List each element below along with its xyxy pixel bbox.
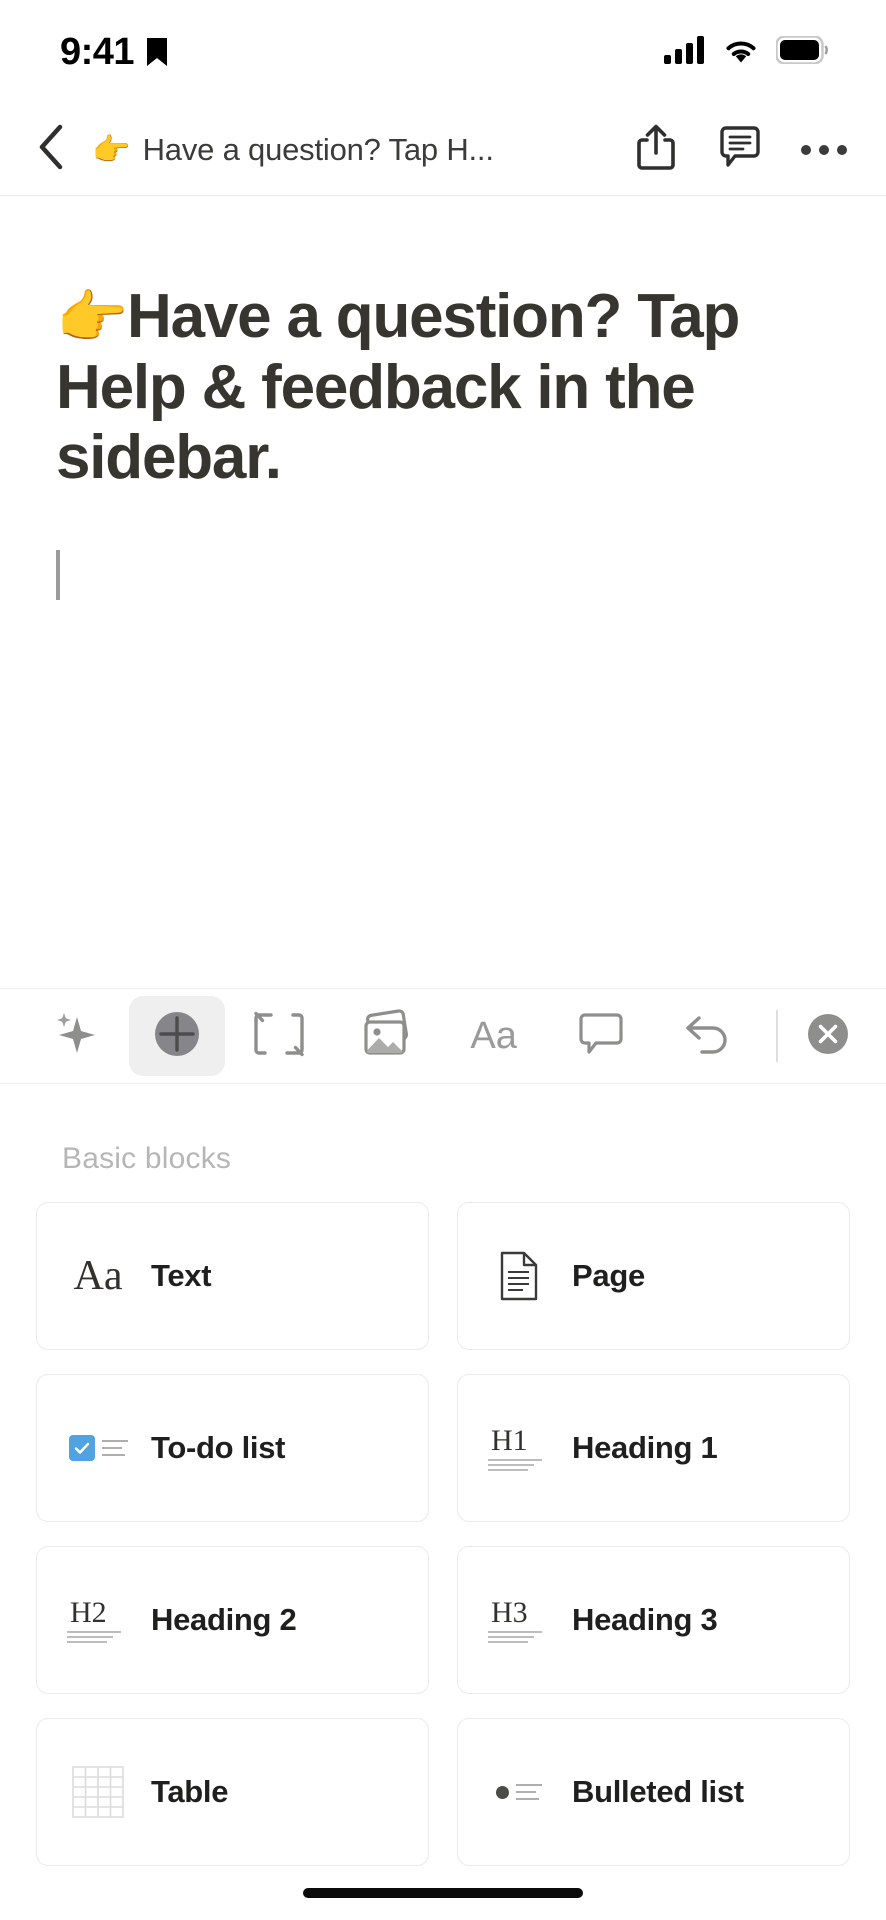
home-indicator[interactable]: [303, 1888, 583, 1898]
home-indicator-area: [0, 1866, 886, 1920]
block-label: Table: [151, 1774, 229, 1809]
add-block-icon: [148, 1005, 206, 1068]
nav-actions: [630, 124, 850, 176]
comment-icon: [717, 124, 763, 175]
status-bar-right: [664, 34, 828, 69]
move-block-button[interactable]: [225, 996, 332, 1076]
block-grid: Aa Text Page To-do list H1 Heading 1 H2 …: [36, 1202, 850, 1866]
editor-toolbar: Aa: [0, 988, 886, 1084]
ellipsis-icon: [801, 144, 847, 155]
page-title[interactable]: 👉Have a question? Tap Help & feedback in…: [56, 282, 756, 494]
block-picker: Basic blocks Aa Text Page To-do list H1 …: [0, 1084, 886, 1866]
close-toolbar-button[interactable]: [792, 996, 864, 1076]
heading-2-icon: H2: [67, 1589, 129, 1651]
image-icon: [357, 1008, 415, 1065]
move-transfer-icon: [253, 1007, 305, 1066]
block-label: Heading 2: [151, 1602, 297, 1637]
ai-sparkle-icon: [49, 1007, 103, 1066]
share-button[interactable]: [630, 124, 682, 176]
nav-title-text: Have a question? Tap H...: [142, 131, 494, 167]
add-comment-button[interactable]: [547, 996, 654, 1076]
add-block-button[interactable]: [129, 996, 226, 1076]
heading-level-label: H1: [491, 1423, 528, 1457]
page-document-icon: [488, 1245, 550, 1307]
block-item-page[interactable]: Page: [457, 1202, 850, 1350]
todo-checkbox-icon: [67, 1417, 129, 1479]
bulleted-list-icon: [488, 1761, 550, 1823]
block-item-bulleted-list[interactable]: Bulleted list: [457, 1718, 850, 1866]
chevron-left-icon: [37, 124, 67, 175]
back-button[interactable]: [24, 122, 80, 178]
cellular-bars-icon: [664, 35, 706, 69]
phone-screen: 9:41 👉 Have a question? Tap H... 👉Have a…: [0, 0, 886, 1920]
bookmark-icon: [146, 37, 168, 67]
nav-title[interactable]: 👉 Have a question? Tap H...: [92, 132, 612, 168]
undo-button[interactable]: [655, 996, 762, 1076]
undo-icon: [682, 1010, 734, 1063]
block-item-todo-list[interactable]: To-do list: [36, 1374, 429, 1522]
status-bar: 9:41: [0, 0, 886, 104]
block-item-table[interactable]: Table: [36, 1718, 429, 1866]
wifi-icon: [722, 36, 760, 69]
status-bar-left: 9:41: [60, 33, 168, 71]
block-item-text[interactable]: Aa Text: [36, 1202, 429, 1350]
comment-icon: [576, 1009, 626, 1064]
block-label: Page: [572, 1258, 645, 1293]
close-icon: [802, 1008, 854, 1065]
status-time: 9:41: [60, 31, 135, 73]
pointing-right-emoji: 👉: [56, 285, 128, 350]
heading-level-label: H3: [491, 1595, 528, 1629]
block-item-heading-3[interactable]: H3 Heading 3: [457, 1546, 850, 1694]
block-label: Heading 1: [572, 1430, 718, 1465]
block-item-heading-2[interactable]: H2 Heading 2: [36, 1546, 429, 1694]
document-body[interactable]: 👉Have a question? Tap Help & feedback in…: [0, 196, 886, 988]
section-label-basic-blocks: Basic blocks: [62, 1142, 232, 1175]
heading-1-icon: H1: [488, 1417, 550, 1479]
more-options-button[interactable]: [798, 124, 850, 176]
heading-level-label: H2: [70, 1595, 107, 1629]
nav-bar: 👉 Have a question? Tap H...: [0, 104, 886, 196]
share-icon: [635, 123, 677, 176]
battery-full-icon: [775, 34, 828, 69]
ai-sparkle-button[interactable]: [22, 996, 129, 1076]
pointing-right-emoji: 👉: [92, 132, 131, 167]
heading-3-icon: H3: [488, 1589, 550, 1651]
text-format-icon: Aa: [470, 1014, 517, 1057]
block-label: Bulleted list: [572, 1774, 744, 1809]
toolbar-divider: [775, 1010, 778, 1062]
table-grid-icon: [67, 1761, 129, 1823]
insert-image-button[interactable]: [333, 996, 440, 1076]
text-format-button[interactable]: Aa: [440, 996, 547, 1076]
block-item-heading-1[interactable]: H1 Heading 1: [457, 1374, 850, 1522]
block-label: Text: [151, 1258, 212, 1293]
block-label: To-do list: [151, 1430, 286, 1465]
page-title-text: Have a question? Tap Help & feedback in …: [56, 282, 740, 493]
text-cursor: [56, 550, 60, 601]
block-label: Heading 3: [572, 1602, 718, 1637]
comment-button[interactable]: [714, 124, 766, 176]
text-aa-icon: Aa: [73, 1253, 123, 1299]
